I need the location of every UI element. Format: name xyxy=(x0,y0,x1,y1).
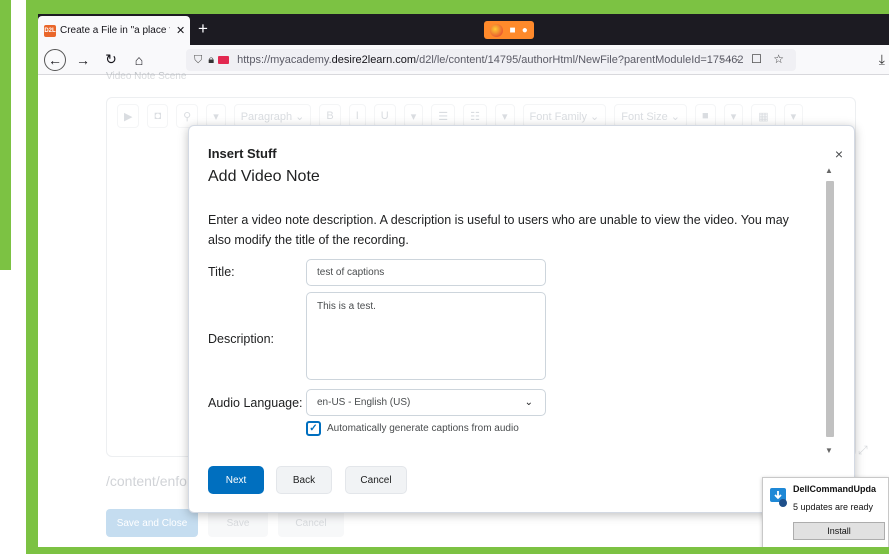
title-input[interactable]: test of captions xyxy=(306,259,546,286)
address-bar[interactable]: ⛉ 🔒︎ https://myacademy.desire2learn.com/… xyxy=(186,49,796,71)
camera-icon: ■ xyxy=(509,24,516,36)
shield-icon[interactable]: ⛉ xyxy=(194,54,202,67)
update-notification: DellCommandUpda 5 updates are ready Inst… xyxy=(762,477,889,547)
chevron-down-icon: ⌄ xyxy=(524,397,533,408)
scroll-down-icon[interactable]: ▼ xyxy=(825,446,833,455)
green-border-top xyxy=(26,0,889,14)
dialog-description: Enter a video note description. A descri… xyxy=(208,213,789,247)
reload-icon[interactable]: ↻ xyxy=(100,51,122,68)
firefox-icon xyxy=(490,23,504,37)
green-border-window-left xyxy=(26,0,38,554)
page-actions[interactable]: ··· ☐ ☆ xyxy=(720,52,788,66)
green-border-left xyxy=(0,0,11,270)
tab-close-icon[interactable]: ✕ xyxy=(176,24,185,37)
back-arrow-icon[interactable]: ← xyxy=(44,48,66,71)
camera-permission-icon[interactable] xyxy=(218,56,230,64)
back-button[interactable]: Back xyxy=(276,466,332,494)
toast-title: DellCommandUpda xyxy=(793,484,877,494)
captions-checkbox-label[interactable]: Automatically generate captions from aud… xyxy=(327,423,519,434)
close-icon[interactable]: × xyxy=(835,146,843,162)
forward-arrow-icon[interactable]: → xyxy=(72,52,94,68)
scroll-up-icon[interactable]: ▲ xyxy=(825,166,833,175)
new-tab-button[interactable]: + xyxy=(198,19,208,39)
home-icon[interactable]: ⌂ xyxy=(128,52,150,68)
url-text: https://myacademy.desire2learn.com/d2l/l… xyxy=(237,54,744,66)
tab-title: Create a File in "a place for my xyxy=(60,25,170,36)
toast-text: 5 updates are ready xyxy=(793,502,874,512)
next-button[interactable]: Next xyxy=(208,466,264,494)
recording-indicator[interactable]: ■ ● xyxy=(484,21,534,39)
captions-checkbox[interactable]: ✓ xyxy=(306,421,321,436)
audio-language-label: Audio Language: xyxy=(208,396,303,410)
download-icon[interactable]: ⤓ xyxy=(879,51,885,68)
microphone-icon: ● xyxy=(521,24,528,36)
lock-icon[interactable]: 🔒︎ xyxy=(208,54,214,67)
install-button[interactable]: Install xyxy=(793,522,885,540)
description-label: Description: xyxy=(208,332,274,346)
dialog-scrollbar[interactable]: ▲ ▼ xyxy=(825,166,835,462)
audio-language-value: en-US - English (US) xyxy=(317,397,411,408)
browser-window: D2L Create a File in "a place for my ✕ +… xyxy=(38,14,889,547)
dialog-title: Add Video Note xyxy=(208,168,320,185)
dialog-kicker: Insert Stuff xyxy=(208,146,277,161)
title-label: Title: xyxy=(208,265,235,279)
scroll-thumb[interactable] xyxy=(826,181,834,437)
browser-tab[interactable]: D2L Create a File in "a place for my ✕ xyxy=(38,16,190,45)
tab-strip: D2L Create a File in "a place for my ✕ +… xyxy=(38,14,889,45)
add-video-note-dialog: Insert Stuff × Add Video Note ▲ ▼ Enter … xyxy=(188,125,855,513)
description-textarea[interactable]: This is a test. xyxy=(306,292,546,380)
cancel-button[interactable]: Cancel xyxy=(345,466,407,494)
green-border-bottom xyxy=(26,547,889,554)
dell-update-icon xyxy=(770,488,787,507)
d2l-favicon-icon: D2L xyxy=(44,24,56,37)
audio-language-select[interactable]: en-US - English (US) ⌄ xyxy=(306,389,546,416)
screen: D2L Create a File in "a place for my ✕ +… xyxy=(0,0,889,554)
